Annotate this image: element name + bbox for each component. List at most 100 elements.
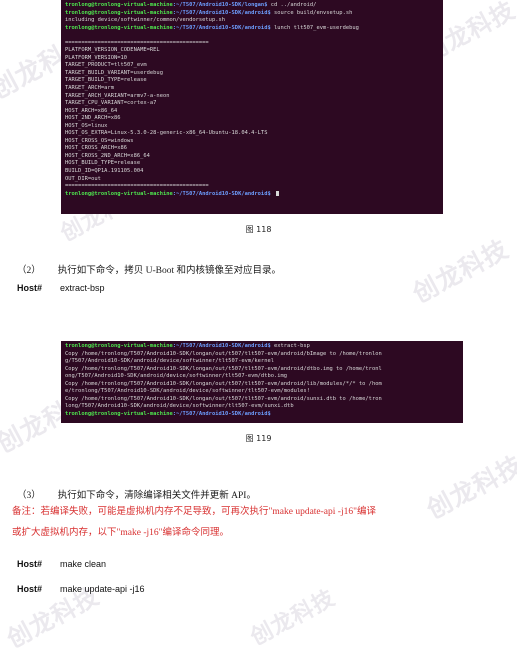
terminal-line-text: HOST_OS_EXTRA=Linux-5.3.0-28-generic-x86… [65,130,268,137]
terminal-line: tronlong@tronlong-virtual-machine:~/T507… [65,411,460,419]
terminal-line: tronlong@tronlong-virtual-machine:~/T507… [65,10,440,18]
watermark: 创龙科技 [407,234,514,309]
terminal-line: TARGET_ARCH=arm [65,85,440,93]
terminal-prompt-path: :~/T507/Android10-SDK/android$ [172,9,271,16]
terminal-line-text: HOST_CROSS_OS=windows [65,137,134,144]
document-page: 创龙科技 创龙科技 创龙科技 创龙科技 创龙科技 创龙科技 创龙科技 创龙科技 … [0,0,517,655]
host-prompt-label: Host# [17,584,43,594]
command-text: extract-bsp [60,283,105,293]
terminal-line: PLATFORM_VERSION_CODENAME=REL [65,47,440,55]
terminal-line: g/T507/Android10-SDK/android/device/soft… [65,358,460,366]
terminal-line-text: HOST_2ND_ARCH=x86 [65,115,121,122]
terminal-line-text: BUILD_ID=QP1A.191105.004 [65,168,144,175]
step-2-body: 执行如下命令，拷贝 U-Boot 和内核镜像至对应目录。 [57,266,282,276]
terminal-line: including device/softwinner/common/vendo… [65,17,440,25]
host-prompt-label: Host# [17,559,43,569]
terminal-line: HOST_2ND_ARCH=x86 [65,115,440,123]
terminal-prompt-path: :~/T507/Android10-SDK/longan$ [172,2,268,8]
terminal-line: TARGET_PRODUCT=tlt507_evm [65,62,440,70]
terminal-line [65,32,440,40]
terminal-line-text: ========================================… [65,39,209,46]
terminal-line: tronlong@tronlong-virtual-machine:~/T507… [65,190,440,199]
terminal-line-text: ong/T507/Android10-SDK/android/device/so… [65,373,288,380]
terminal-line: Copy /home/tronlong/T507/Android10-SDK/l… [65,351,460,359]
terminal-line: HOST_CROSS_2ND_ARCH=x86_64 [65,153,440,161]
terminal-screenshot-extract-bsp: tronlong@tronlong-virtual-machine:~/T507… [61,341,463,423]
terminal-line-text: lunch tlt507_evm-userdebug [270,24,359,31]
terminal-prompt-user: tronlong@tronlong-virtual-machine [65,24,173,31]
terminal-prompt-path: :~/T507/Android10-SDK/android$ [172,343,271,349]
command-row-make-update-api: Host# make update-api -j16 [17,584,145,595]
command-text: make clean [60,559,107,569]
terminal-line-text: source build/envsetup.sh [270,9,353,16]
terminal-line: HOST_OS_EXTRA=Linux-5.3.0-28-generic-x86… [65,130,440,138]
terminal-prompt-user: tronlong@tronlong-virtual-machine [65,343,173,349]
figure-caption: 图 119 [245,434,272,443]
watermark: 创龙科技 [246,585,340,651]
step-2-paragraph: （2） 执行如下命令，拷贝 U-Boot 和内核镜像至对应目录。 [17,262,281,276]
terminal-prompt-path: :~/T507/Android10-SDK/android$ [172,410,271,417]
terminal-line: ========================================… [65,183,440,191]
terminal-line-text: long/T507/Android10-SDK/android/device/s… [65,403,294,410]
terminal-line: tronlong@tronlong-virtual-machine:~/T507… [65,343,460,351]
terminal-line-text: e/tronlong/T507/Android10-SDK/android/de… [65,388,310,395]
terminal-line: HOST_CROSS_ARCH=x86 [65,145,440,153]
terminal-line-text: Copy /home/tronlong/T507/Android10-SDK/l… [65,350,382,357]
terminal-line-text: HOST_OS=linux [65,122,108,129]
terminal-line-text: TARGET_CPU_VARIANT=cortex-a7 [65,100,157,107]
note-line-1: 备注：若编译失败，可能是虚拟机内存不足导致，可再次执行"make update-… [12,507,376,517]
terminal-prompt-path: :~/T507/Android10-SDK/android$ [172,24,271,31]
terminal-line-text: Copy /home/tronlong/T507/Android10-SDK/l… [65,395,382,402]
terminal-line: TARGET_BUILD_VARIANT=userdebug [65,70,440,78]
terminal-prompt-user: tronlong@tronlong-virtual-machine [65,2,173,8]
terminal-cursor [276,190,279,196]
terminal-line-text [271,191,274,197]
terminal-line: HOST_ARCH=x86_64 [65,108,440,116]
terminal-line: BUILD_ID=QP1A.191105.004 [65,168,440,176]
terminal-line: ong/T507/Android10-SDK/android/device/so… [65,373,460,381]
step-3-body: 执行如下命令，清除编译相关文件并更新 API。 [57,491,256,501]
terminal-line-text: HOST_CROSS_ARCH=x86 [65,145,128,152]
command-row-make-clean: Host# make clean [17,559,106,570]
terminal-line-text: including device/softwinner/common/vendo… [65,17,226,24]
terminal-line-text: Copy /home/tronlong/T507/Android10-SDK/l… [65,365,382,372]
terminal-line: TARGET_CPU_VARIANT=cortex-a7 [65,100,440,108]
terminal-line: Copy /home/tronlong/T507/Android10-SDK/l… [65,366,460,374]
terminal-line: long/T507/Android10-SDK/android/device/s… [65,403,460,411]
terminal-line: HOST_OS=linux [65,123,440,131]
step-3-paragraph: （3） 执行如下命令，清除编译相关文件并更新 API。 [17,487,256,501]
watermark: 创龙科技 [421,450,517,525]
terminal-line-text: HOST_BUILD_TYPE=release [65,160,141,167]
terminal-line: OUT_DIR=out [65,176,440,184]
terminal-line-text: HOST_CROSS_2ND_ARCH=x86_64 [65,152,150,159]
terminal-line-text: extract-bsp [270,343,310,349]
command-text: make update-api -j16 [60,584,145,594]
terminal-line-text [271,411,274,417]
terminal-prompt-user: tronlong@tronlong-virtual-machine [65,190,173,197]
terminal-screenshot-lunch: tronlong@tronlong-virtual-machine:~/T507… [61,0,443,214]
terminal-line-text: PLATFORM_VERSION_CODENAME=REL [65,47,160,54]
host-prompt-label: Host# [17,283,43,293]
terminal-line: Copy /home/tronlong/T507/Android10-SDK/l… [65,381,460,389]
terminal-line-text: ========================================… [65,183,209,190]
terminal-prompt-user: tronlong@tronlong-virtual-machine [65,9,173,16]
terminal-line-text: g/T507/Android10-SDK/android/device/soft… [65,358,274,365]
figure-caption: 图 118 [245,225,272,234]
terminal-line-text: TARGET_ARCH=arm [65,85,114,92]
terminal-line-text: OUT_DIR=out [65,175,101,182]
terminal-prompt-path: :~/T507/Android10-SDK/android$ [172,190,271,197]
terminal-line-text: TARGET_BUILD_VARIANT=userdebug [65,69,163,76]
terminal-line-text [65,32,68,38]
step-3-number: （3） [17,491,41,501]
terminal-prompt-user: tronlong@tronlong-virtual-machine [65,410,173,417]
terminal-line-text: TARGET_BUILD_TYPE=release [65,77,147,84]
note-line-2: 或扩大虚拟机内存，以下"make -j16"编译命令同理。 [12,528,230,538]
terminal-line-text: TARGET_ARCH_VARIANT=armv7-a-neon [65,92,170,99]
terminal-line-text: HOST_ARCH=x86_64 [65,107,118,114]
step-2-number: （2） [17,266,41,276]
terminal-line-text: Copy /home/tronlong/T507/Android10-SDK/l… [65,380,382,387]
terminal-line-text: cd ../android/ [267,2,317,8]
terminal-line: tronlong@tronlong-virtual-machine:~/T507… [65,2,440,10]
terminal-line-text: PLATFORM_VERSION=10 [65,54,128,61]
terminal-line: HOST_BUILD_TYPE=release [65,160,440,168]
